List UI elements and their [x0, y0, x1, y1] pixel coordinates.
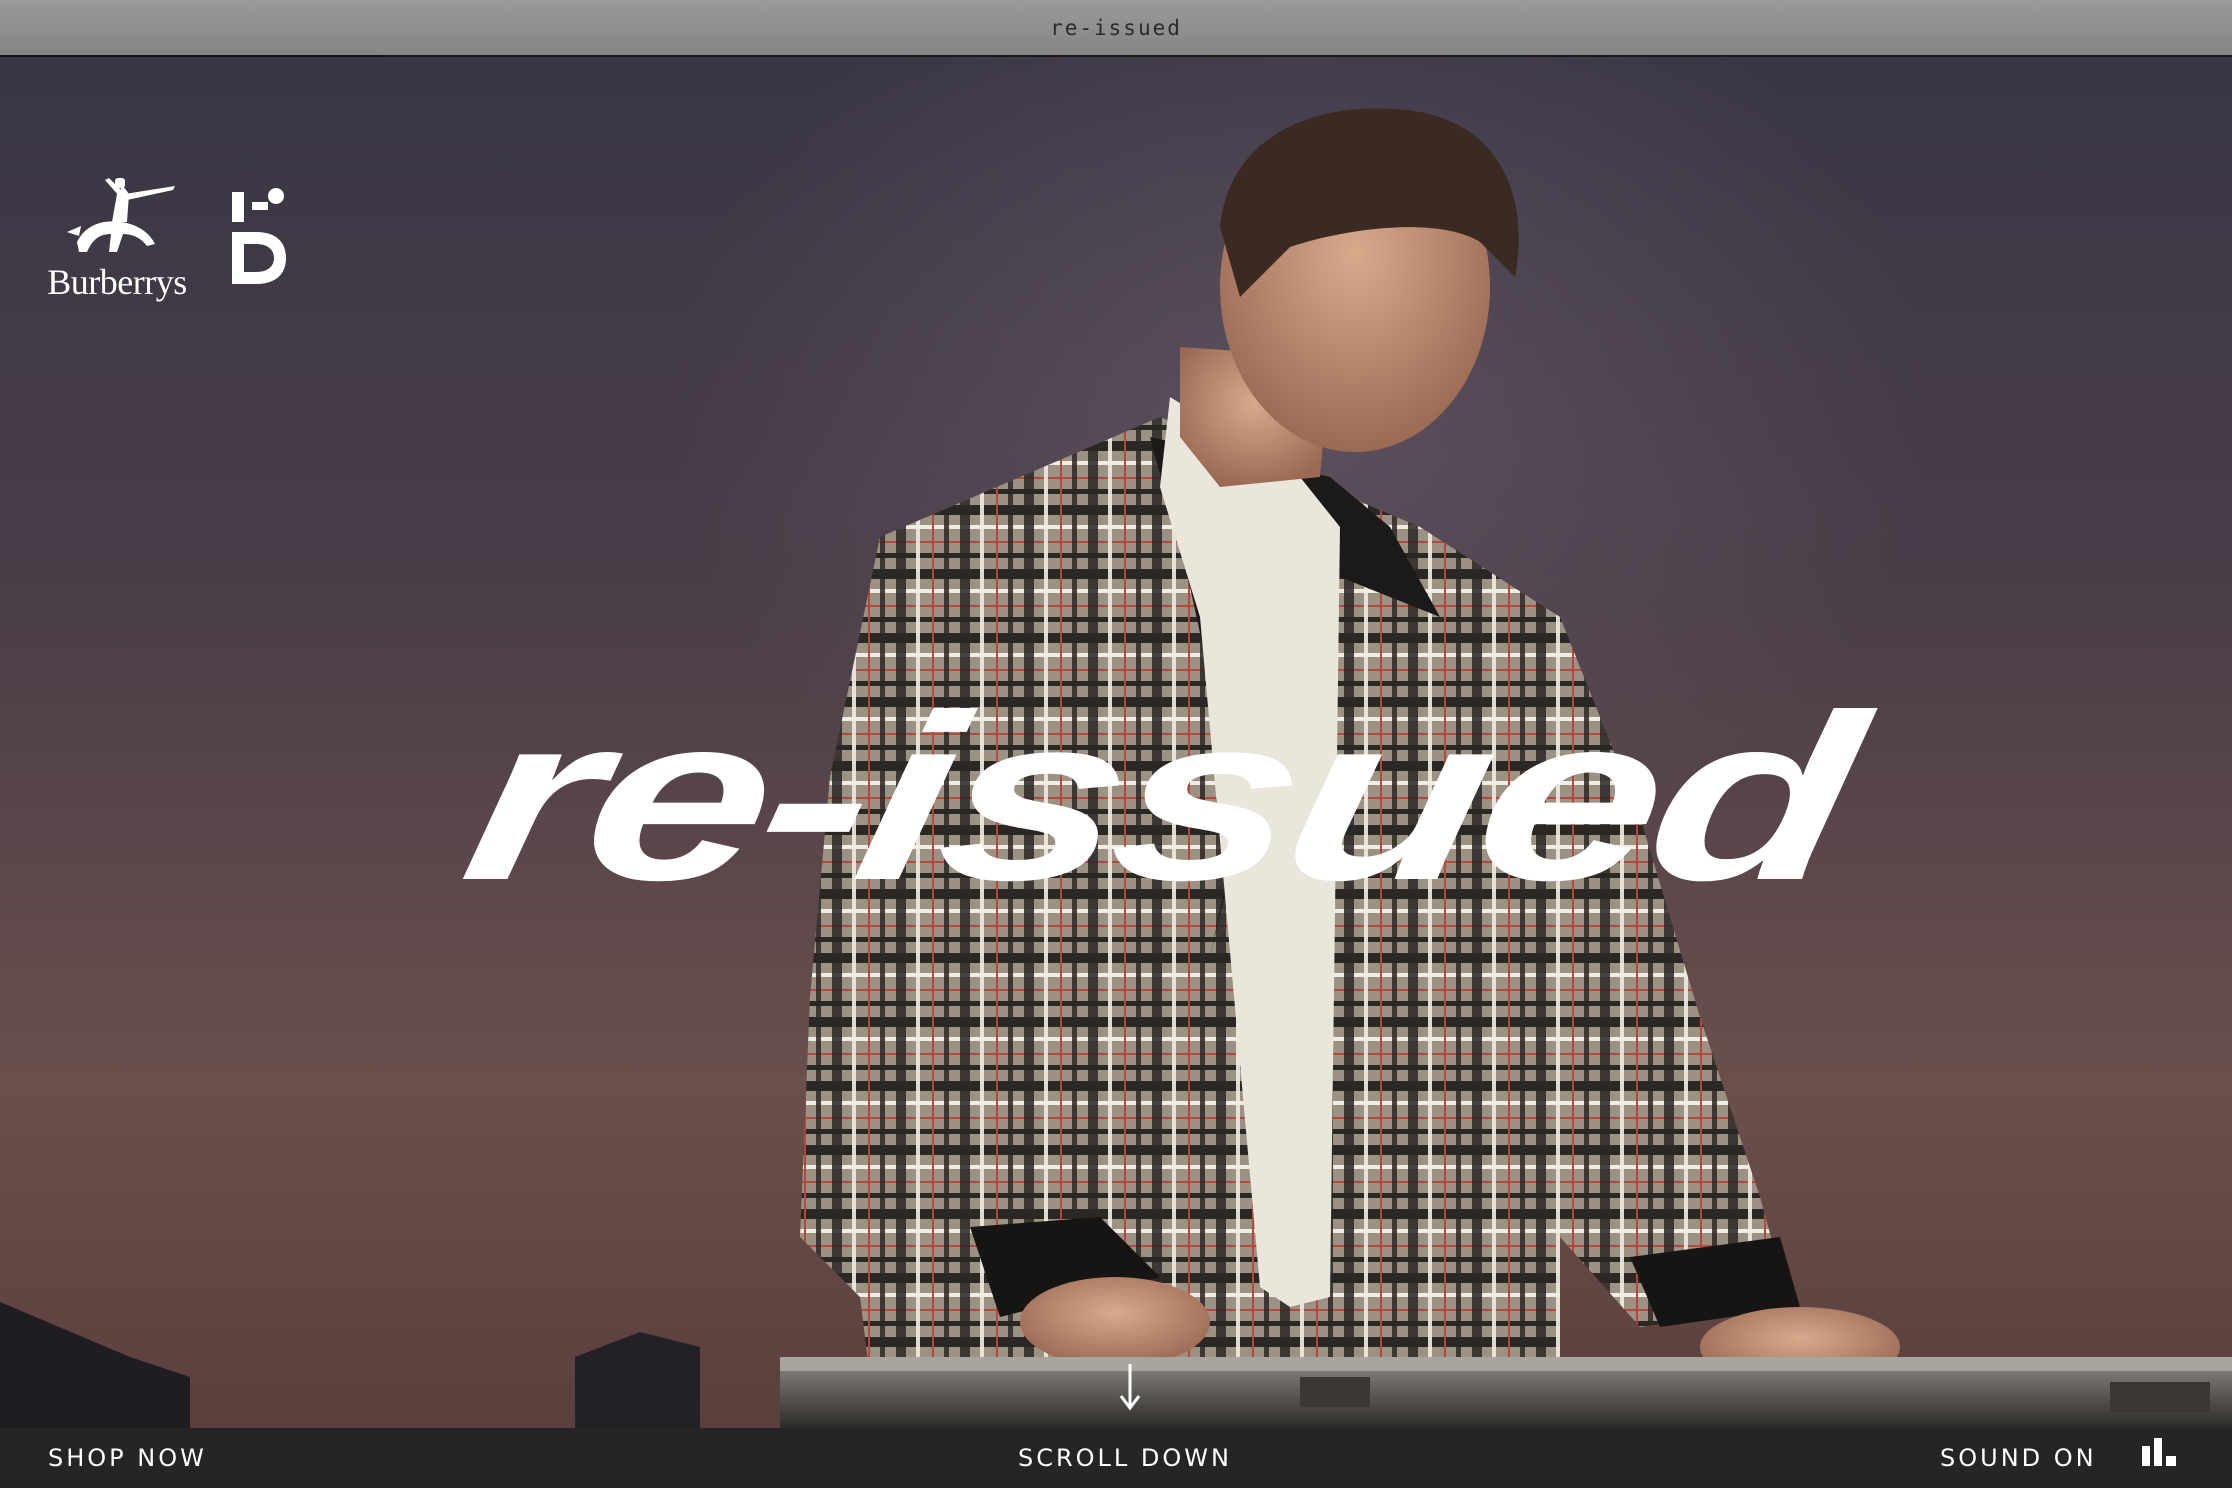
window-title: re-issued [1050, 15, 1182, 40]
equestrian-knight-icon [67, 178, 175, 252]
window-title-bar: re-issued [0, 0, 2232, 57]
sound-toggle-label[interactable]: SOUND ON [1940, 1428, 2097, 1488]
id-magazine-logo[interactable] [226, 186, 290, 286]
arrow-down-icon[interactable] [1118, 1362, 1142, 1412]
headline-text: re-issued [447, 666, 1873, 930]
hero-headline: re-issued [380, 666, 1940, 930]
burberry-logo[interactable]: Burberrys [44, 172, 190, 300]
shop-now-link[interactable]: SHOP NOW [48, 1428, 207, 1488]
sound-bars-icon[interactable] [2142, 1438, 2178, 1468]
keyboard-brand-text: YAMAHA [1480, 1418, 1717, 1428]
footer-bar: SHOP NOW SCROLL DOWN SOUND ON [0, 1428, 2232, 1488]
brand-logos: Burberrys [44, 172, 290, 300]
scroll-down-link[interactable]: SCROLL DOWN [1018, 1428, 1232, 1488]
burberry-wordmark: Burberrys [47, 262, 187, 302]
